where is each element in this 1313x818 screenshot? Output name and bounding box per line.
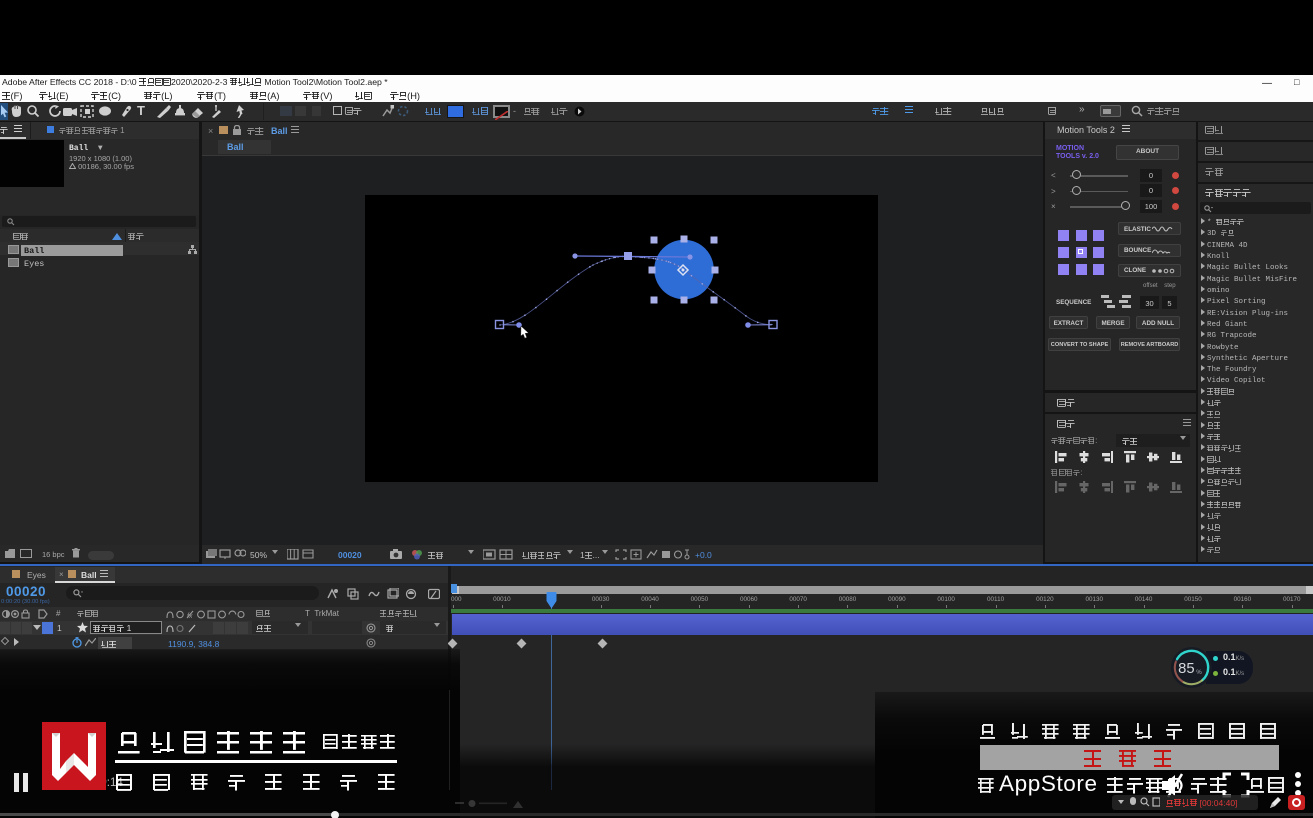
svg-text:%: % (1196, 669, 1202, 676)
svg-text:85: 85 (1178, 661, 1194, 677)
svg-text:fx: fx (187, 613, 193, 620)
